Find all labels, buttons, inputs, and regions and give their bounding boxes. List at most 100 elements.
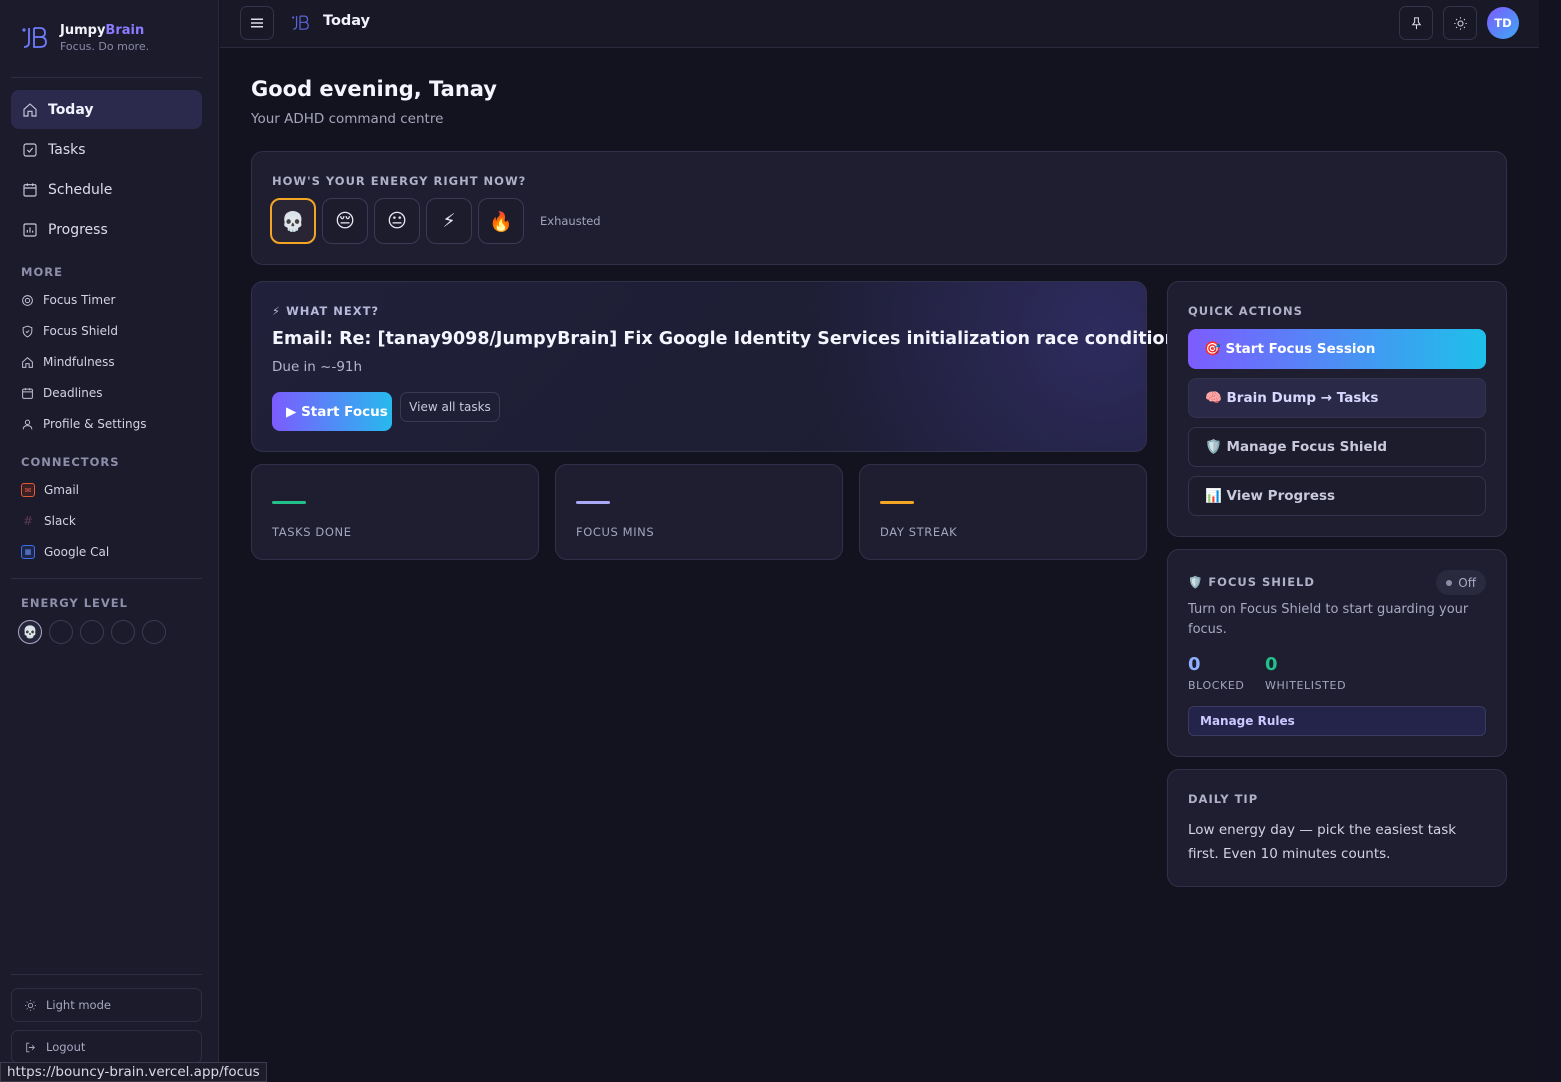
google-calendar-icon: ▦ [21,545,35,559]
connector-slack[interactable]: # Slack [21,512,76,530]
status-dot [1446,579,1453,586]
energy-option-on-fire[interactable]: 🔥 [478,198,524,244]
top-bar: Today TD [220,0,1539,48]
start-focus-button[interactable]: ▶ Start Focus [272,392,392,431]
status-text: Off [1458,575,1476,590]
view-all-tasks-button[interactable]: View all tasks [400,392,500,422]
nav-item-progress[interactable]: Progress [11,210,202,249]
status-url: https://bouncy-brain.vercel.app/focus [0,1062,267,1082]
stat-label: TASKS DONE [272,525,352,539]
light-mode-label: Light mode [46,998,111,1012]
next-task-due: Due in ~-91h [272,359,363,375]
daily-tip-text: Low energy day — pick the easiest task f… [1188,822,1457,862]
stat-card-day-streak: DAY STREAK [859,464,1147,560]
what-next-card: ⚡ WHAT NEXT? Email: Re: [tanay9098/Jumpy… [251,281,1283,452]
sun-icon [25,999,36,1011]
divider [11,974,202,975]
sidebar-item-label: Mindfulness [43,355,115,369]
nav-item-schedule[interactable]: Schedule [11,170,202,209]
energy-card: HOW'S YOUR ENERGY RIGHT NOW? 💀 😔 😐 ⚡ 🔥 E… [251,151,1507,265]
sidebar-item-focus-timer[interactable]: Focus Timer [21,291,115,309]
energy-level-label: ENERGY LEVEL [21,596,128,610]
target-icon [22,294,33,306]
focus-shield-card: 🛡️ FOCUS SHIELD Off Turn on Focus Shield… [1167,549,1507,757]
sidebar: JumpyBrain Focus. Do more. Today Tasks S… [0,0,219,1082]
logout-button[interactable]: Logout [11,1030,202,1064]
nav-item-today[interactable]: Today [11,90,202,129]
stat-indicator [576,501,610,504]
focus-shield-label: 🛡️ FOCUS SHIELD [1188,575,1315,589]
blocked-count: 0 [1188,654,1201,675]
energy-dot-3[interactable] [80,620,104,644]
quick-actions-label: QUICK ACTIONS [1188,304,1303,318]
energy-dot-2[interactable] [49,620,73,644]
shield-icon [22,325,33,337]
logout-label: Logout [46,1040,86,1054]
logout-icon [26,1042,35,1052]
avatar[interactable]: TD [1487,7,1519,39]
pin-icon [1411,16,1421,29]
home-icon [23,102,37,117]
light-mode-button[interactable]: Light mode [11,988,202,1022]
menu-button[interactable] [240,6,274,40]
energy-option-energized[interactable]: ⚡ [426,198,472,244]
sidebar-item-focus-shield[interactable]: Focus Shield [21,322,118,340]
energy-option-low[interactable]: 😔 [322,198,368,244]
greeting: Good evening, Tanay [251,77,497,101]
sidebar-item-profile-settings[interactable]: Profile & Settings [21,415,147,433]
energy-question: HOW'S YOUR ENERGY RIGHT NOW? [272,174,527,188]
connector-label: Google Cal [44,545,110,559]
home-icon [22,356,33,368]
checkbox-icon [23,142,37,157]
energy-dot-1[interactable]: 💀 [18,620,42,644]
sidebar-item-label: Focus Timer [43,293,116,307]
energy-option-neutral[interactable]: 😐 [374,198,420,244]
energy-dot-4[interactable] [111,620,135,644]
view-progress-button[interactable]: 📊 View Progress [1188,476,1486,516]
stat-label: FOCUS MINS [576,525,655,539]
gmail-icon: ✉ [21,483,35,497]
greeting-subtitle: Your ADHD command centre [251,111,444,127]
connector-gmail[interactable]: ✉ Gmail [21,481,79,499]
sidebar-item-mindfulness[interactable]: Mindfulness [21,353,115,371]
what-next-label: ⚡ WHAT NEXT? [272,304,380,318]
sidebar-item-label: Profile & Settings [43,417,147,431]
nav-item-label: Progress [48,221,108,238]
sidebar-item-label: Focus Shield [43,324,118,338]
theme-toggle-button[interactable] [1443,6,1477,40]
user-icon [22,419,33,429]
jumpybrain-logo-icon [292,15,309,30]
nav-item-label: Schedule [48,181,113,198]
stat-indicator [880,501,914,504]
divider [11,77,202,78]
daily-tip-label: DAILY TIP [1188,792,1259,806]
brain-dump-button[interactable]: 🧠 Brain Dump → Tasks [1188,378,1486,418]
connector-google-cal[interactable]: ▦ Google Cal [21,543,109,561]
stat-card-focus-mins: FOCUS MINS [555,464,843,560]
energy-option-exhausted[interactable]: 💀 [270,198,316,244]
manage-rules-button[interactable]: Manage Rules [1188,706,1486,736]
brand[interactable]: JumpyBrain Focus. Do more. [20,22,149,54]
energy-selected-label: Exhausted [540,214,601,228]
nav-item-tasks[interactable]: Tasks [11,130,202,169]
manage-focus-shield-button[interactable]: 🛡️ Manage Focus Shield [1188,427,1486,467]
whitelisted-label: WHITELISTED [1265,679,1347,692]
next-task-title[interactable]: Email: Re: [tanay9098/JumpyBrain] Fix Go… [272,329,1283,349]
energy-level-dots: 💀 [18,620,166,644]
blocked-label: BLOCKED [1188,679,1245,692]
sun-icon [1453,16,1467,30]
brand-tagline: Focus. Do more. [60,40,150,53]
sidebar-item-deadlines[interactable]: Deadlines [21,384,103,402]
pin-button[interactable] [1399,6,1433,40]
focus-shield-status-badge[interactable]: Off [1436,570,1486,595]
divider [11,578,202,579]
start-focus-session-button[interactable]: 🎯 Start Focus Session [1188,329,1486,369]
stat-indicator [272,501,306,504]
sidebar-item-label: Deadlines [43,386,103,400]
energy-dot-5[interactable] [142,620,166,644]
chart-icon [23,222,37,237]
nav-item-label: Tasks [48,141,86,158]
brand-name: JumpyBrain [60,23,145,38]
hamburger-icon [251,18,263,28]
calendar-icon [22,387,33,399]
